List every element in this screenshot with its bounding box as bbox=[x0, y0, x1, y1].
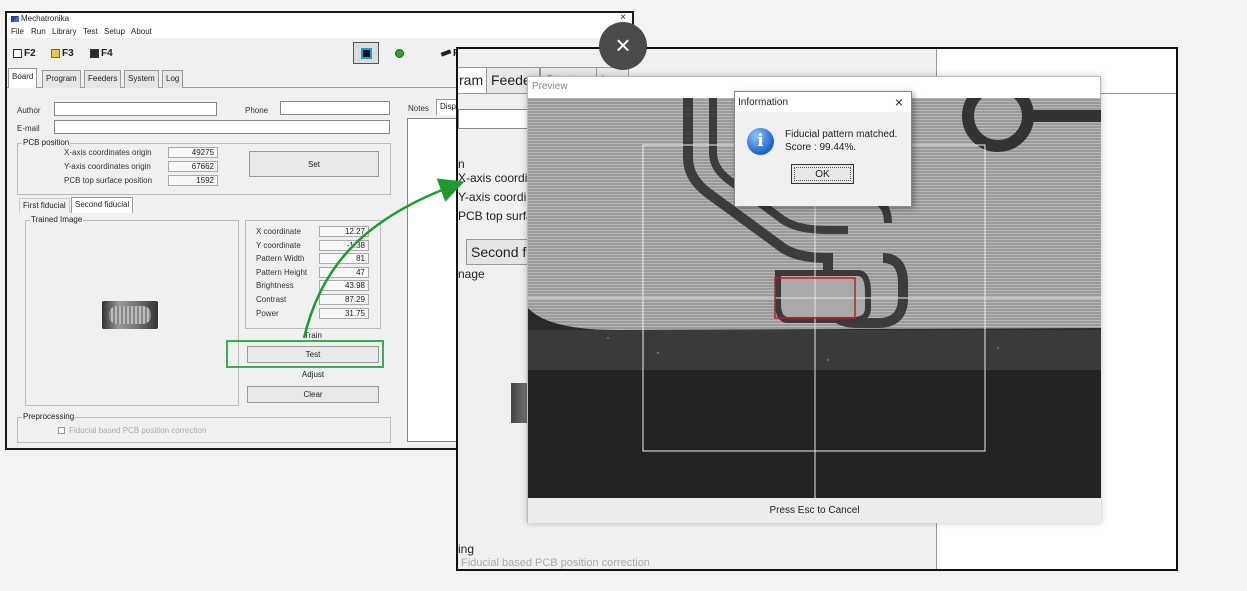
zoom-checkbox-label: Fiducial based PCB position correction bbox=[461, 557, 650, 569]
test-button-highlight bbox=[226, 340, 384, 368]
close-zoom-icon[interactable]: × bbox=[599, 22, 647, 70]
param-value: -1.38 bbox=[319, 240, 369, 251]
param-value: 31.75 bbox=[319, 308, 369, 319]
email-label: E-mail bbox=[17, 124, 40, 133]
open-f3-button[interactable]: F3 bbox=[51, 43, 74, 63]
trained-image-group: Trained Image bbox=[25, 215, 239, 406]
zoom-tab-program[interactable]: ram bbox=[458, 67, 489, 93]
menu-library[interactable]: Library bbox=[52, 27, 76, 36]
tab-log[interactable]: Log bbox=[162, 70, 184, 88]
zoom-label: Y-axis coordin bbox=[458, 190, 533, 204]
save-f4-button[interactable]: F4 bbox=[90, 43, 113, 63]
app-logo-icon bbox=[11, 16, 19, 22]
top-surface-label: PCB top surface position bbox=[64, 176, 153, 185]
tab-second-fiducial[interactable]: Second fiducial bbox=[71, 197, 134, 213]
param-label: Brightness bbox=[256, 281, 294, 290]
menu-file[interactable]: File bbox=[11, 27, 24, 36]
param-label: Power bbox=[256, 309, 279, 318]
menu-about[interactable]: About bbox=[131, 27, 152, 36]
machine-status-button[interactable] bbox=[353, 42, 379, 64]
param-label: Y coordinate bbox=[256, 241, 301, 250]
dialog-body: i Fiducial pattern matched. Score : 99.4… bbox=[735, 112, 911, 206]
set-button[interactable]: Set bbox=[249, 151, 379, 177]
menu-run[interactable]: Run bbox=[31, 27, 46, 36]
new-f2-button[interactable]: F2 bbox=[13, 43, 36, 63]
pen-icon bbox=[440, 49, 452, 57]
information-dialog: Information × i Fiducial pattern matched… bbox=[734, 91, 912, 206]
phone-input[interactable] bbox=[280, 101, 390, 115]
title-bar: Mechatronika × bbox=[7, 13, 632, 26]
param-value: 12.27 bbox=[319, 226, 369, 237]
status-led-icon bbox=[395, 49, 404, 58]
zoom-label: X-axis coordin bbox=[458, 171, 535, 185]
author-input[interactable] bbox=[54, 102, 217, 116]
f2-label: F2 bbox=[24, 47, 36, 59]
preprocessing-group: Preprocessing Fiducial based PCB positio… bbox=[17, 412, 391, 443]
zoom-preprocessing-label: ing bbox=[458, 542, 475, 556]
email-input[interactable] bbox=[54, 120, 390, 134]
param-label: Pattern Width bbox=[256, 254, 305, 263]
adjust-button[interactable]: Adjust bbox=[247, 366, 379, 383]
tab-program[interactable]: Program bbox=[42, 70, 81, 88]
trained-image-thumbnail bbox=[102, 301, 158, 329]
dialog-title: Information bbox=[738, 97, 789, 108]
tab-first-fiducial[interactable]: First fiducial bbox=[19, 198, 70, 213]
preprocessing-title: Preprocessing bbox=[22, 412, 76, 421]
param-value: 47 bbox=[319, 267, 369, 278]
tab-feeders[interactable]: Feeders bbox=[84, 70, 122, 88]
param-value: 81 bbox=[319, 253, 369, 264]
open-folder-icon bbox=[51, 48, 60, 58]
position-correction-checkbox[interactable] bbox=[58, 427, 65, 434]
menu-test[interactable]: Test bbox=[83, 27, 98, 36]
save-disk-icon bbox=[90, 48, 99, 58]
param-value: 43.98 bbox=[319, 280, 369, 291]
param-label: Pattern Height bbox=[256, 268, 308, 277]
pcb-position-title: PCB position bbox=[22, 138, 71, 147]
pattern-params-group: X coordinate 12.27 Y coordinate -1.38 Pa… bbox=[245, 220, 381, 329]
preview-footer: Press Esc to Cancel bbox=[528, 498, 1101, 523]
pcb-position-group: PCB position X-axis coordinates origin 4… bbox=[17, 138, 391, 195]
new-file-icon bbox=[13, 48, 22, 58]
chip-icon bbox=[361, 48, 372, 59]
clear-button[interactable]: Clear bbox=[247, 386, 379, 403]
tab-system[interactable]: System bbox=[124, 70, 159, 88]
f4-label: F4 bbox=[101, 47, 113, 59]
tab-board[interactable]: Board bbox=[8, 68, 38, 88]
param-label: X coordinate bbox=[256, 227, 301, 236]
param-label: Contrast bbox=[256, 295, 287, 304]
window-title: Mechatronika bbox=[21, 14, 70, 23]
param-value: 87.29 bbox=[319, 294, 369, 305]
author-label: Author bbox=[17, 106, 41, 115]
dialog-close-icon[interactable]: × bbox=[895, 94, 903, 110]
top-surface-value: 1592 bbox=[168, 175, 218, 186]
match-message: Fiducial pattern matched. bbox=[785, 129, 898, 140]
information-icon: i bbox=[747, 128, 774, 155]
trained-image-title: Trained Image bbox=[30, 215, 84, 224]
zoom-label: PCB top surfa bbox=[458, 209, 533, 223]
x-origin-value: 49275 bbox=[168, 147, 218, 158]
f3-label: F3 bbox=[62, 47, 74, 59]
x-origin-label: X-axis coordinates origin bbox=[64, 148, 152, 157]
ok-button[interactable]: OK bbox=[791, 164, 854, 184]
zoom-label: n bbox=[458, 157, 465, 171]
phone-label: Phone bbox=[245, 106, 269, 115]
position-correction-label: Fiducial based PCB position correction bbox=[69, 426, 207, 435]
menu-setup[interactable]: Setup bbox=[104, 27, 125, 36]
y-origin-label: Y-axis coordinates origin bbox=[64, 162, 151, 171]
notes-label: Notes bbox=[408, 104, 429, 113]
zoom-image-label: nage bbox=[458, 267, 485, 281]
menu-bar: File Run Library Test Setup About bbox=[7, 26, 632, 38]
preview-title: Preview bbox=[532, 81, 568, 92]
score-message: Score : 99.44%. bbox=[785, 142, 857, 153]
y-origin-value: 67662 bbox=[168, 161, 218, 172]
